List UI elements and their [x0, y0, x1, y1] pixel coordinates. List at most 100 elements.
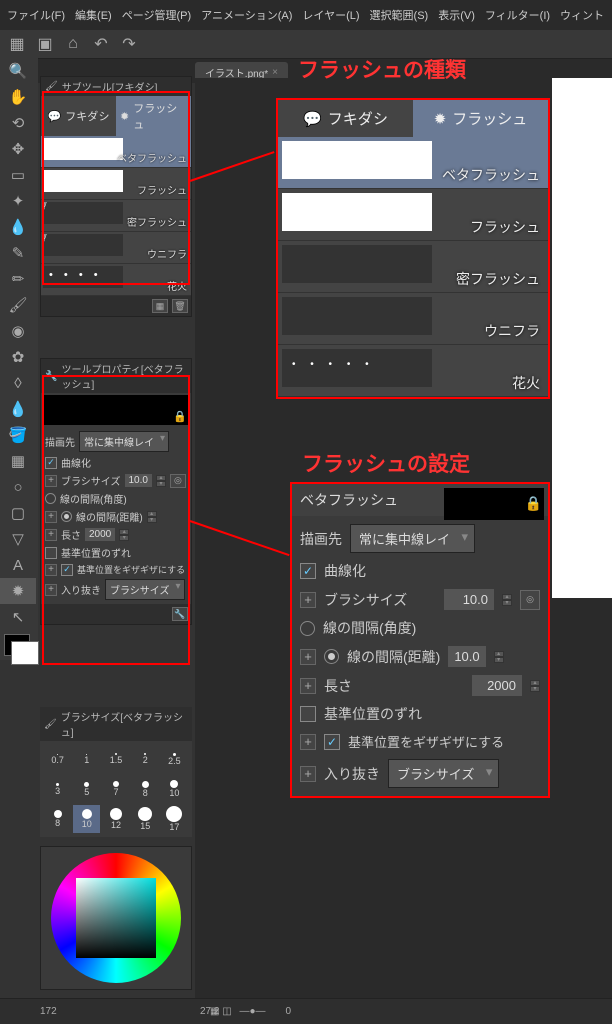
brush-size-value[interactable]: 10.0: [444, 589, 494, 610]
gap-dist-value[interactable]: 10.0: [448, 646, 485, 667]
subtool-item-uni[interactable]: ウニフラ: [41, 232, 191, 264]
delete-button[interactable]: 🗑: [172, 299, 188, 313]
size-cell[interactable]: 15: [132, 805, 159, 833]
menu-window[interactable]: ウィント: [555, 4, 609, 26]
size-cell[interactable]: 3: [44, 775, 71, 803]
toolbar-new-icon[interactable]: ▦: [3, 33, 31, 55]
size-cell[interactable]: 0.7: [44, 745, 71, 773]
offset-checkbox[interactable]: ✓: [300, 706, 316, 722]
enl-tab-balloon[interactable]: 💬 フキダシ: [278, 100, 413, 137]
balloon-icon[interactable]: ✹: [0, 578, 36, 604]
enl-tab-flash[interactable]: ✹ フラッシュ: [413, 100, 548, 137]
toolbar-redo-icon[interactable]: ↷: [115, 33, 143, 55]
lock-icon[interactable]: 🔒: [173, 410, 187, 423]
expand-button[interactable]: +: [300, 678, 316, 694]
inout-dropdown[interactable]: ブラシサイズ: [105, 579, 185, 600]
gap-dist-radio[interactable]: [61, 511, 72, 522]
enl-item-betaflash[interactable]: ベタフラッシュ: [278, 137, 548, 189]
curve-checkbox[interactable]: ✓: [300, 563, 316, 579]
wand-icon[interactable]: ✦: [0, 188, 36, 214]
gap-angle-radio[interactable]: [45, 493, 56, 504]
subtool-item-dense[interactable]: 密フラッシュ: [41, 200, 191, 232]
enl-item-dense[interactable]: 密フラッシュ: [278, 241, 548, 293]
text-icon[interactable]: A: [0, 552, 36, 578]
subtool-item-firework[interactable]: 花火: [41, 264, 191, 296]
hand-icon[interactable]: ✋: [0, 84, 36, 110]
size-cell[interactable]: 5: [73, 775, 100, 803]
gap-angle-radio[interactable]: [300, 621, 315, 636]
expand-button[interactable]: +: [300, 734, 316, 750]
size-cell[interactable]: 2.5: [161, 745, 188, 773]
toolbar-open-icon[interactable]: ▣: [31, 33, 59, 55]
draw-dest-dropdown[interactable]: 常に集中線レイ: [350, 524, 475, 553]
size-cell[interactable]: 17: [161, 805, 188, 833]
color-square[interactable]: [76, 878, 156, 958]
size-cell[interactable]: 10: [73, 805, 100, 833]
menu-file[interactable]: ファイル(F): [2, 4, 70, 26]
close-icon[interactable]: ×: [272, 67, 278, 78]
size-cell[interactable]: 8: [44, 805, 71, 833]
rotate-icon[interactable]: ⟲: [0, 110, 36, 136]
brush-size-value[interactable]: 10.0: [125, 474, 152, 487]
expand-button[interactable]: +: [45, 529, 57, 541]
size-cell[interactable]: 12: [102, 805, 129, 833]
angle-value[interactable]: 0: [286, 1006, 292, 1017]
brush-size-spinner[interactable]: ▴▾: [502, 594, 512, 606]
curve-checkbox[interactable]: ✓: [45, 457, 57, 469]
brush-size-spinner[interactable]: ▴▾: [156, 475, 166, 487]
fill-icon[interactable]: 🪣: [0, 422, 36, 448]
menu-view[interactable]: 表示(V): [433, 4, 480, 26]
lock-icon[interactable]: 🔒: [525, 495, 542, 512]
jagged-checkbox[interactable]: ✓: [61, 564, 73, 576]
color-swatch[interactable]: [4, 634, 30, 656]
menu-layer[interactable]: レイヤー(L): [297, 4, 364, 26]
size-cell[interactable]: 8: [132, 775, 159, 803]
color-wheel[interactable]: [51, 853, 181, 983]
offset-checkbox[interactable]: ✓: [45, 547, 57, 559]
eraser-icon[interactable]: ◊: [0, 370, 36, 396]
settings-button[interactable]: 🔧: [172, 607, 188, 621]
toolbar-save-icon[interactable]: ⌂: [59, 33, 87, 55]
menu-select[interactable]: 選択範囲(S): [365, 4, 434, 26]
move-icon[interactable]: ✥: [0, 136, 36, 162]
frame-icon[interactable]: ▢: [0, 500, 36, 526]
eyedropper-icon[interactable]: 💧: [0, 214, 36, 240]
subtool-tab-flash[interactable]: ✹ フラッシュ: [116, 96, 191, 136]
draw-dest-dropdown[interactable]: 常に集中線レイ: [79, 431, 169, 452]
subtool-tab-balloon[interactable]: 💬 フキダシ: [41, 96, 116, 136]
blend-icon[interactable]: 💧: [0, 396, 36, 422]
gap-dist-spinner[interactable]: ▴▾: [147, 511, 157, 523]
shape-icon[interactable]: ○: [0, 474, 36, 500]
canvas[interactable]: [552, 78, 612, 598]
length-value[interactable]: 2000: [472, 675, 522, 696]
menu-page[interactable]: ページ管理(P): [117, 4, 196, 26]
expand-button[interactable]: +: [45, 511, 57, 523]
toolbar-undo-icon[interactable]: ↶: [87, 33, 115, 55]
marquee-icon[interactable]: ▭: [0, 162, 36, 188]
size-cell[interactable]: 1: [73, 745, 100, 773]
expand-button[interactable]: +: [45, 564, 57, 576]
enl-item-flash[interactable]: フラッシュ: [278, 189, 548, 241]
expand-button[interactable]: +: [45, 584, 57, 596]
menu-filter[interactable]: フィルター(I): [480, 4, 555, 26]
status-icons[interactable]: ▦ ◫: [210, 1006, 232, 1017]
decoration-icon[interactable]: ✿: [0, 344, 36, 370]
gap-dist-spinner[interactable]: ▴▾: [494, 651, 504, 663]
ruler-icon[interactable]: ▽: [0, 526, 36, 552]
pencil-icon[interactable]: ✏: [0, 266, 36, 292]
length-value[interactable]: 2000: [85, 528, 115, 541]
jagged-checkbox[interactable]: ✓: [324, 734, 340, 750]
size-cell[interactable]: 1.5: [102, 745, 129, 773]
size-cell[interactable]: 10: [161, 775, 188, 803]
add-button[interactable]: ▦: [152, 299, 168, 313]
length-spinner[interactable]: ▴▾: [530, 680, 540, 692]
enl-item-firework[interactable]: 花火: [278, 345, 548, 397]
airbrush-icon[interactable]: ◉: [0, 318, 36, 344]
gradient-icon[interactable]: ▦: [0, 448, 36, 474]
brush-dynamics-button[interactable]: ◎: [520, 590, 540, 610]
zoom-icon[interactable]: 🔍: [0, 58, 36, 84]
inout-dropdown[interactable]: ブラシサイズ: [388, 759, 499, 788]
menu-anim[interactable]: アニメーション(A): [196, 4, 297, 26]
subtool-item-betaflash[interactable]: ベタフラッシュ: [41, 136, 191, 168]
subtool-item-flash[interactable]: フラッシュ: [41, 168, 191, 200]
